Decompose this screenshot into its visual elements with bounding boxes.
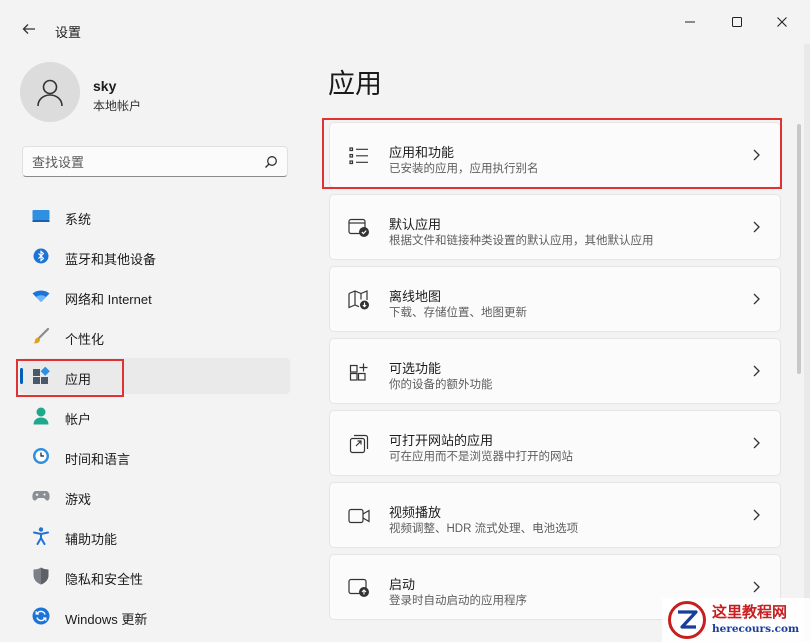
search-icon[interactable] [264,155,278,169]
chevron-right-icon [753,581,760,593]
card-title: 应用和功能 [389,145,455,160]
settings-list: 应用和功能 已安装的应用，应用执行别名 默认应用 根据文件和链接种类设置的默认应… [329,122,781,626]
card-subtitle: 视频调整、HDR 流式处理、电池选项 [389,523,579,535]
bluetooth-icon [32,247,50,265]
sidebar-item-system[interactable]: 系统 [20,198,290,234]
maximize-button[interactable] [722,10,752,34]
card-optional-features[interactable]: 可选功能 你的设备的额外功能 [329,338,781,404]
title-bar: 设置 [0,0,810,44]
card-apps-features[interactable]: 应用和功能 已安装的应用，应用执行别名 [329,122,781,188]
search-box[interactable] [22,146,288,177]
watermark-logo [668,601,706,639]
card-title: 离线地图 [389,289,442,304]
user-name: sky [93,78,117,94]
sidebar-item-label: 个性化 [65,332,105,347]
sidebar-item-bluetooth[interactable]: 蓝牙和其他设备 [20,238,290,274]
chevron-right-icon [753,509,760,521]
sidebar-item-label: 应用 [65,372,92,387]
maximize-icon [732,17,742,27]
back-button[interactable] [18,18,40,40]
sidebar-item-privacy[interactable]: 隐私和安全性 [20,558,290,594]
optional-features-icon [348,361,370,383]
close-icon [777,17,787,27]
default-apps-icon [348,217,370,239]
startup-icon [348,577,370,599]
sidebar-item-label: 蓝牙和其他设备 [65,252,157,267]
card-apps-for-websites[interactable]: 可打开网站的应用 可在应用而不是浏览器中打开的网站 [329,410,781,476]
account-type: 本地帐户 [93,99,142,113]
card-subtitle: 已安装的应用，应用执行别名 [389,163,539,175]
chevron-right-icon [753,221,760,233]
chevron-right-icon [753,149,760,161]
account-icon [32,407,50,425]
watermark: 这里教程网 herecours.com [662,598,810,642]
sidebar-item-label: Windows 更新 [65,612,148,627]
window-edge [804,44,810,642]
sidebar-item-label: 网络和 Internet [65,292,152,307]
chevron-right-icon [753,365,760,377]
back-arrow-icon [22,24,35,34]
sidebar-item-accessibility[interactable]: 辅助功能 [20,518,290,554]
windows-update-icon [32,607,50,625]
watermark-title: 这里教程网 [712,603,788,621]
card-title: 默认应用 [389,217,442,232]
minimize-button[interactable] [675,10,705,34]
card-default-apps[interactable]: 默认应用 根据文件和链接种类设置的默认应用，其他默认应用 [329,194,781,260]
sidebar-item-apps[interactable]: 应用 [20,358,290,394]
watermark-z-icon [678,610,698,629]
apps-icon [32,367,50,385]
system-display-icon [32,207,50,225]
window-title: 设置 [55,25,82,40]
list-icon [348,145,370,167]
gamepad-icon [32,487,50,505]
card-subtitle: 下载、存储位置、地图更新 [389,307,527,319]
scrollbar-thumb[interactable] [797,124,801,374]
sidebar-item-time-language[interactable]: 时间和语言 [20,438,290,474]
search-input[interactable] [32,153,252,171]
card-title: 启动 [389,577,416,592]
sidebar-item-label: 辅助功能 [65,532,118,547]
sidebar-item-label: 时间和语言 [65,452,131,467]
selection-indicator [20,368,23,384]
offline-map-icon [348,289,370,311]
sidebar-item-windows-update[interactable]: Windows 更新 [20,598,290,634]
watermark-url: herecours.com [712,623,800,635]
open-in-app-icon [348,433,370,455]
shield-icon [32,567,50,585]
card-offline-maps[interactable]: 离线地图 下载、存储位置、地图更新 [329,266,781,332]
sidebar-item-label: 隐私和安全性 [65,572,144,587]
sidebar-item-label: 游戏 [65,492,92,507]
person-icon [37,79,63,107]
sidebar-item-gaming[interactable]: 游戏 [20,478,290,514]
card-subtitle: 根据文件和链接种类设置的默认应用，其他默认应用 [389,235,654,247]
user-profile[interactable]: sky 本地帐户 [20,62,280,124]
clock-globe-icon [32,447,50,465]
sidebar-item-label: 系统 [65,212,92,227]
avatar [20,62,80,122]
minimize-icon [685,21,695,23]
sidebar-item-personalization[interactable]: 个性化 [20,318,290,354]
card-title: 可选功能 [389,361,442,376]
card-title: 视频播放 [389,505,442,520]
accessibility-icon [32,527,50,545]
sidebar-item-network[interactable]: 网络和 Internet [20,278,290,314]
sidebar-nav: 系统 蓝牙和其他设备 网络和 Internet 个性化 应用 帐户 时间和语言 … [20,198,290,638]
page-title: 应用 [328,69,382,99]
card-title: 可打开网站的应用 [389,433,494,448]
card-video-playback[interactable]: 视频播放 视频调整、HDR 流式处理、电池选项 [329,482,781,548]
brush-icon [32,327,50,345]
sidebar-item-label: 帐户 [65,412,92,427]
close-button[interactable] [767,10,797,34]
card-subtitle: 你的设备的额外功能 [389,379,493,391]
wifi-icon [32,287,50,305]
video-camera-icon [348,505,370,527]
chevron-right-icon [753,293,760,305]
card-subtitle: 登录时自动启动的应用程序 [389,595,527,607]
card-subtitle: 可在应用而不是浏览器中打开的网站 [389,451,573,463]
chevron-right-icon [753,437,760,449]
sidebar-item-accounts[interactable]: 帐户 [20,398,290,434]
